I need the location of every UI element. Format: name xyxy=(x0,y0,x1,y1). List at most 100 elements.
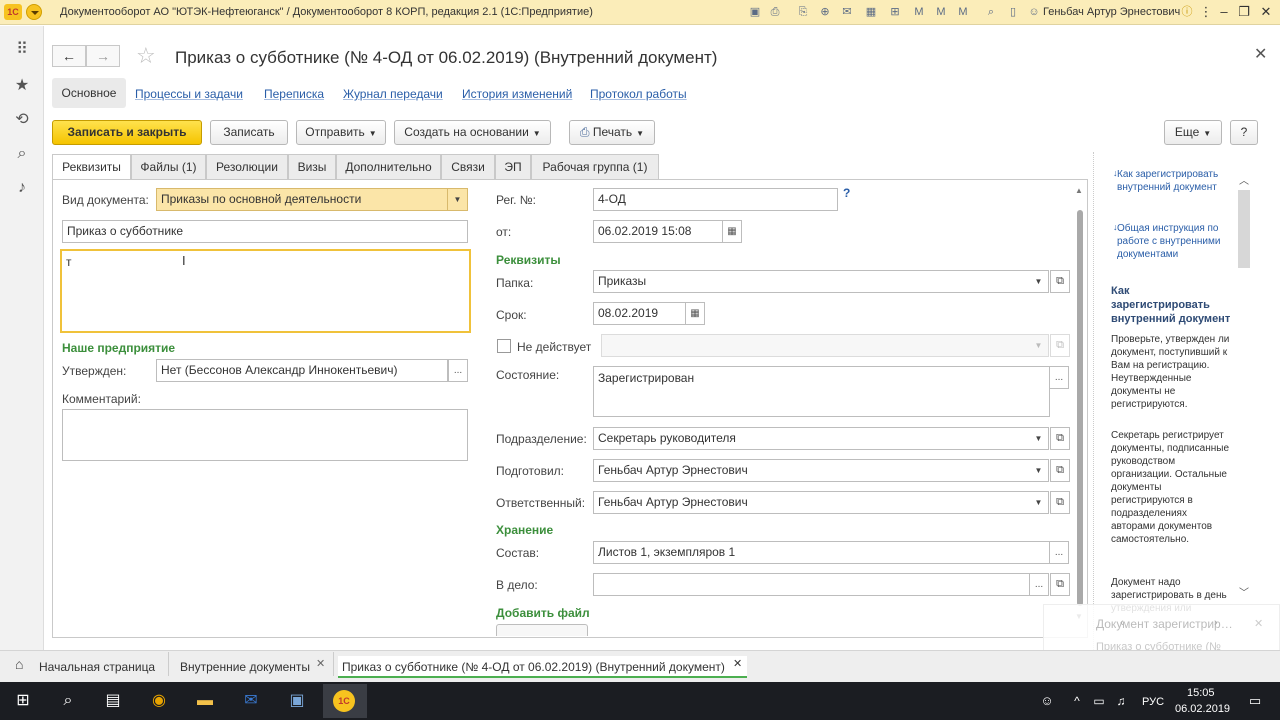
nav-link-change-history[interactable]: История изменений xyxy=(462,87,572,101)
chevron-up-icon[interactable]: ︿ xyxy=(1239,172,1249,187)
prepared-open-icon[interactable]: ⧉ xyxy=(1050,459,1070,482)
subject-field[interactable]: Приказ о субботнике xyxy=(62,220,468,243)
zoom-icon[interactable]: ⌕ xyxy=(984,5,998,19)
clock-time[interactable]: 15:05 xyxy=(1187,687,1215,699)
case-open-icon[interactable]: ⧉ xyxy=(1050,573,1070,596)
close-icon[interactable]: ✕ xyxy=(1254,617,1263,630)
responsible-open-icon[interactable]: ⧉ xyxy=(1050,491,1070,514)
add-icon[interactable]: ⊕ xyxy=(818,5,832,19)
tab-files[interactable]: Файлы (1) xyxy=(131,154,206,179)
chevron-left-icon[interactable]: ‹ xyxy=(1120,617,1124,629)
department-field[interactable]: Секретарь руководителя xyxy=(593,427,1030,450)
folder-open-icon[interactable]: ⧉ xyxy=(1050,270,1070,293)
send-button[interactable]: Отправить ▼ xyxy=(296,120,386,145)
case-select-button[interactable]: ... xyxy=(1029,573,1049,596)
nav-link-transfer-log[interactable]: Журнал передачи xyxy=(343,87,443,101)
window-tab-internal-docs[interactable]: Внутренние документы xyxy=(180,656,310,678)
comment-textarea[interactable] xyxy=(62,409,468,461)
responsible-dropdown-icon[interactable]: ▼ xyxy=(1029,491,1049,514)
tab-resolutions[interactable]: Резолюции xyxy=(206,154,288,179)
tab-links[interactable]: Связи xyxy=(441,154,495,179)
close-window-icon[interactable]: ✕ xyxy=(1256,3,1276,21)
person-icon[interactable]: ☺ xyxy=(1036,690,1058,712)
calculator-icon[interactable]: ⊞ xyxy=(888,5,902,19)
search-icon[interactable]: ⌕ xyxy=(12,144,32,164)
tab-signature[interactable]: ЭП xyxy=(495,154,531,179)
department-open-icon[interactable]: ⧉ xyxy=(1050,427,1070,450)
department-dropdown-icon[interactable]: ▼ xyxy=(1029,427,1049,450)
memory-minus-icon[interactable]: M xyxy=(956,5,970,19)
minimize-icon[interactable]: – xyxy=(1214,3,1234,21)
state-select-button[interactable]: ... xyxy=(1049,366,1069,389)
help-link-register[interactable]: Как зарегистрировать внутренний документ xyxy=(1117,168,1227,194)
tab-workgroup[interactable]: Рабочая группа (1) xyxy=(531,154,659,179)
home-icon[interactable]: ⌂ xyxy=(15,656,23,672)
form-scroll-thumb[interactable] xyxy=(1077,210,1083,606)
inactive-checkbox[interactable] xyxy=(497,339,511,353)
doc-type-field[interactable]: Приказы по основной деятельности xyxy=(156,188,448,211)
task-view-icon[interactable]: ▤ xyxy=(102,690,124,712)
help-link-general[interactable]: Общая инструкция по работе с внутренними… xyxy=(1117,222,1227,261)
composition-select-button[interactable]: ... xyxy=(1049,541,1069,564)
tab-additional[interactable]: Дополнительно xyxy=(336,154,441,179)
favorites-icon[interactable]: ★ xyxy=(12,76,32,96)
print-icon[interactable]: ⎙ xyxy=(768,5,782,19)
volume-icon[interactable]: ♫ xyxy=(1110,690,1132,712)
restore-icon[interactable]: ❐ xyxy=(1234,3,1254,21)
reg-number-field[interactable]: 4-ОД xyxy=(593,188,838,211)
print-preview-icon[interactable]: ⎘ xyxy=(796,5,810,19)
settings-icon[interactable]: ⋮ xyxy=(1196,3,1216,21)
state-field[interactable]: Зарегистрирован xyxy=(593,366,1050,417)
calendar-icon[interactable]: ▦ xyxy=(685,302,705,325)
forward-button[interactable]: → xyxy=(86,45,120,67)
current-user[interactable]: Геньбач Артур Эрнестович xyxy=(1043,6,1180,18)
info-icon[interactable]: ⓘ xyxy=(1180,5,1194,19)
memory-icon[interactable]: M xyxy=(912,5,926,19)
network-icon[interactable]: ▭ xyxy=(1088,690,1110,712)
nav-link-correspondence[interactable]: Переписка xyxy=(264,87,324,101)
nav-link-work-log[interactable]: Протокол работы xyxy=(590,87,687,101)
folder-field[interactable]: Приказы xyxy=(593,270,1030,293)
chrome-icon[interactable]: ◉ xyxy=(148,690,170,712)
menu-grid-icon[interactable]: ⠿ xyxy=(12,40,32,60)
outlook-icon[interactable]: ✉ xyxy=(240,690,262,712)
favorite-star-icon[interactable]: ☆ xyxy=(136,43,156,69)
add-file-link[interactable]: Добавить файл xyxy=(496,606,590,620)
chevron-right-icon[interactable]: › xyxy=(1214,617,1218,629)
doc-type-dropdown-icon[interactable]: ▼ xyxy=(448,188,468,211)
prepared-dropdown-icon[interactable]: ▼ xyxy=(1029,459,1049,482)
create-based-button[interactable]: Создать на основании ▼ xyxy=(394,120,551,145)
term-date-field[interactable]: 08.02.2019 xyxy=(593,302,686,325)
calendar-icon[interactable]: ▦ xyxy=(864,5,878,19)
case-field[interactable] xyxy=(593,573,1030,596)
notifications-icon[interactable]: ▭ xyxy=(1244,690,1266,712)
explorer-icon[interactable]: ▬ xyxy=(194,690,216,712)
add-file-area[interactable] xyxy=(496,624,588,636)
scroll-up-icon[interactable]: ▲ xyxy=(1075,186,1083,195)
more-button[interactable]: Еще ▼ xyxy=(1164,120,1222,145)
window-tab-home[interactable]: Начальная страница xyxy=(39,656,155,678)
email-icon[interactable]: ✉ xyxy=(840,5,854,19)
history-icon[interactable]: ⟲ xyxy=(12,110,32,130)
calendar-icon[interactable]: ▦ xyxy=(722,220,742,243)
clock-date[interactable]: 06.02.2019 xyxy=(1175,703,1230,715)
save-icon[interactable]: ▣ xyxy=(748,5,762,19)
caret-up-icon[interactable]: ^ xyxy=(1066,690,1088,712)
search-icon[interactable]: ⌕ xyxy=(57,690,79,712)
memory-plus-icon[interactable]: M xyxy=(934,5,948,19)
close-form-icon[interactable]: ✕ xyxy=(1254,44,1267,64)
chevron-down-icon[interactable]: ﹀ xyxy=(1239,584,1249,599)
main-menu-icon[interactable] xyxy=(26,4,42,20)
help-scrollbar[interactable] xyxy=(1238,190,1250,268)
print-button[interactable]: ⎙ Печать ▼ xyxy=(569,120,655,145)
1c-logo-icon[interactable]: 1С xyxy=(4,4,22,20)
help-question-icon[interactable]: ? xyxy=(843,186,850,200)
tab-visas[interactable]: Визы xyxy=(288,154,336,179)
back-button[interactable]: ← xyxy=(52,45,86,67)
panel-icon[interactable]: ▯ xyxy=(1006,5,1020,19)
help-button[interactable]: ? xyxy=(1230,120,1258,145)
approved-field[interactable]: Нет (Бессонов Александр Иннокентьевич) xyxy=(156,359,448,382)
nav-link-main[interactable]: Основное xyxy=(52,78,126,108)
language-indicator[interactable]: РУС xyxy=(1142,696,1164,708)
window-tab-current[interactable]: Приказ о субботнике (№ 4-ОД от 06.02.201… xyxy=(338,656,747,678)
